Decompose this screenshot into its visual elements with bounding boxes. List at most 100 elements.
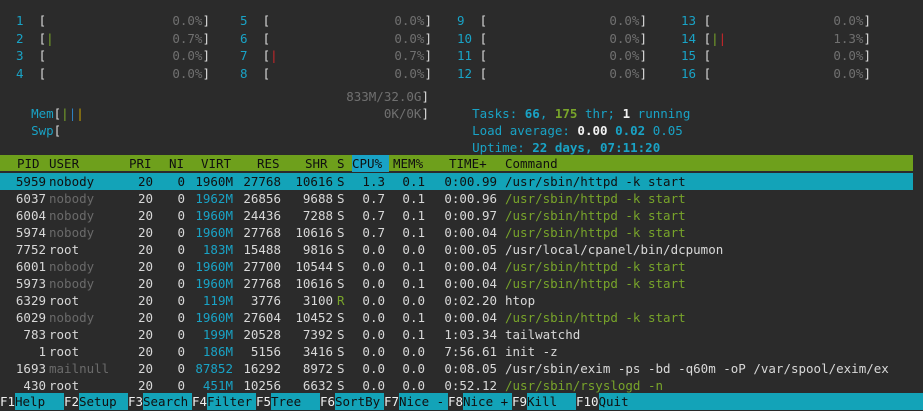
cell-user: nobody [49, 225, 95, 240]
cell-user: nobody [49, 208, 95, 223]
process-row[interactable]: 430 root 20 0 451M 10256 6632 S 0.0 0.0 0:52.12/us… [0, 377, 913, 394]
cell-shr: 9816 [302, 242, 333, 257]
fkey-label-filter[interactable]: Filter [207, 393, 252, 410]
cell-pid: 5973 [15, 276, 46, 291]
process-row[interactable]: 1693 mailnull 20 0 87852 16292 8972 S 0.0 0.0 0:08… [0, 360, 913, 377]
cell-mem: 0.1 [402, 327, 425, 342]
fkey-f7[interactable]: F7 [384, 393, 400, 410]
col-time[interactable]: TIME+ [449, 155, 487, 172]
cell-shr: 10452 [295, 310, 333, 325]
fkey-label-kill[interactable]: Kill [527, 393, 557, 410]
fkey-f1[interactable]: F1 [0, 393, 16, 410]
fkey-f4[interactable]: F4 [192, 393, 208, 410]
cell-mem: 0.1 [402, 276, 425, 291]
col-s[interactable]: S [337, 155, 345, 172]
col-command[interactable]: Command [505, 155, 558, 172]
process-row[interactable]: 6001 nobody 20 0 1960M 27700 10544 S 0.0 0.1 0:00.… [0, 258, 913, 275]
cpu-meter-label: 12 [457, 65, 473, 81]
col-pid[interactable]: PID [17, 155, 40, 172]
cell-pid: 5959 [15, 174, 46, 189]
cell-time: 0:02.20 [444, 293, 497, 308]
process-row[interactable]: 6037 nobody 20 0 1962M 26856 9688 S 0.7 0.1 0:00.9… [0, 190, 913, 207]
process-row[interactable]: 1 root 20 0 186M 5156 3416 S 0.0 0.0 7:56.61 init -… [0, 343, 913, 360]
cpu-meter-1: 1 [ [16, 13, 47, 28]
cell-s: S [337, 225, 345, 240]
cell-cmd: /usr/sbin/httpd -k start [505, 174, 686, 189]
process-row[interactable]: 6329 root 20 0 119M 3776 3100 R 0.0 0.0 0:02.20 hto… [0, 292, 913, 309]
cell-ni: 0 [177, 276, 185, 291]
col-ni[interactable]: NI [169, 155, 184, 172]
fkey-f5[interactable]: F5 [256, 393, 272, 410]
cell-pri: 20 [137, 361, 153, 376]
cell-pri: 20 [137, 174, 153, 189]
fkey-label-setup[interactable]: Setup [79, 393, 117, 410]
cell-user: nobody [49, 310, 95, 325]
fkey-label-search[interactable]: Search [143, 393, 188, 410]
fkey-f10[interactable]: F10 [576, 393, 599, 410]
fkey-label-nice[interactable]: Nice + [463, 393, 508, 410]
fkey-label-nice[interactable]: Nice - [399, 393, 444, 410]
process-row[interactable]: 5974 nobody 20 0 1960M 27768 10616 S 0.7 0.1 0:00.… [0, 224, 913, 241]
col-shr[interactable]: SHR [305, 155, 328, 172]
cell-cpu: 0.7 [362, 208, 385, 223]
cell-user: nobody [49, 259, 95, 274]
process-row[interactable]: 5959 nobody 20 0 1960M 27768 10616 S 1.3 0.1 0:00.… [0, 173, 913, 190]
cell-s: S [337, 259, 345, 274]
col-user[interactable]: USER [49, 155, 79, 172]
cell-mem: 0.1 [402, 310, 425, 325]
swp-label: Swp [31, 123, 54, 138]
cell-ni: 0 [177, 225, 185, 240]
cell-mem: 0.1 [402, 259, 425, 274]
fkey-f2[interactable]: F2 [64, 393, 80, 410]
process-row[interactable]: 783 root 20 0 199M 20528 7392 S 0.0 0.1 1:03.34 tai… [0, 326, 913, 343]
cell-virt: 119M [202, 293, 233, 308]
cpu-meter-5: 5 [ [240, 13, 271, 28]
process-row[interactable]: 6029 nobody 20 0 1960M 27604 10452 S 0.0 0.1 0:00.… [0, 309, 913, 326]
cpu-meter-14: 14 [|| [681, 30, 727, 46]
cell-virt: 1960M [195, 276, 233, 291]
cell-ni: 0 [177, 174, 185, 189]
cell-cmd: /usr/sbin/httpd -k start [505, 259, 686, 274]
cell-ni: 0 [177, 293, 185, 308]
cell-shr: 6632 [302, 378, 333, 393]
cell-mem: 0.1 [402, 174, 425, 189]
cell-res: 27768 [243, 276, 281, 291]
process-table-header: PID USER PRI NI VIRT RES SHR S CPU% MEM%… [0, 155, 913, 172]
fkey-f3[interactable]: F3 [128, 393, 144, 410]
cell-pri: 20 [137, 208, 153, 223]
fkey-label-help[interactable]: Help [15, 393, 45, 410]
cell-cmd: /usr/sbin/httpd -k start [505, 208, 686, 223]
cell-cmd: /usr/sbin/exim -ps -bd -q60m -oP /var/sp… [505, 361, 889, 376]
cell-shr: 7288 [302, 208, 333, 223]
fkey-label-sortby[interactable]: SortBy [335, 393, 380, 410]
cell-s: S [337, 378, 345, 393]
cpu-meter-2: 2 [| [16, 30, 54, 46]
col-pri[interactable]: PRI [129, 155, 152, 172]
col-res[interactable]: RES [257, 155, 280, 172]
cpu-meter-label: 9 [457, 13, 465, 28]
process-row[interactable]: 6004 nobody 20 0 1960M 24436 7288 S 0.7 0.1 0:00.9… [0, 207, 913, 224]
cpu-meter-percent: 1.3%] [833, 30, 871, 46]
col-virt[interactable]: VIRT [201, 155, 231, 172]
fkey-label-quit[interactable]: Quit [599, 393, 629, 410]
cpu-meter-label: 2 [16, 30, 24, 46]
cell-res: 20528 [243, 327, 281, 342]
cpu-meter-7: 7 [| [240, 48, 278, 63]
fkey-label-tree[interactable]: Tree [271, 393, 301, 410]
col-mem[interactable]: MEM% [393, 155, 423, 172]
process-row[interactable]: 7752 root 20 0 183M 15488 9816 S 0.0 0.0 0:00.05/u… [0, 241, 913, 258]
function-key-bar: F1 Help F2 Setup F3 Search F4 Filter F5 Tree F6 Sor… [0, 393, 923, 410]
cell-time: 0:52.12 [444, 378, 497, 393]
cell-mem: 0.1 [402, 225, 425, 240]
fkey-f6[interactable]: F6 [320, 393, 336, 410]
cell-pid: 6004 [15, 208, 46, 223]
cell-time: 0:00.96 [444, 191, 497, 206]
cell-ni: 0 [177, 378, 185, 393]
cell-pri: 20 [137, 344, 153, 359]
cpu-meter-label: 8 [240, 65, 248, 81]
process-row[interactable]: 5973 nobody 20 0 1960M 27768 10616 S 0.0 0.1 0:00.… [0, 275, 913, 292]
fkey-f9[interactable]: F9 [512, 393, 528, 410]
cell-pid: 1693 [15, 361, 46, 376]
col-cpu[interactable]: CPU% [352, 155, 389, 172]
fkey-f8[interactable]: F8 [448, 393, 464, 410]
